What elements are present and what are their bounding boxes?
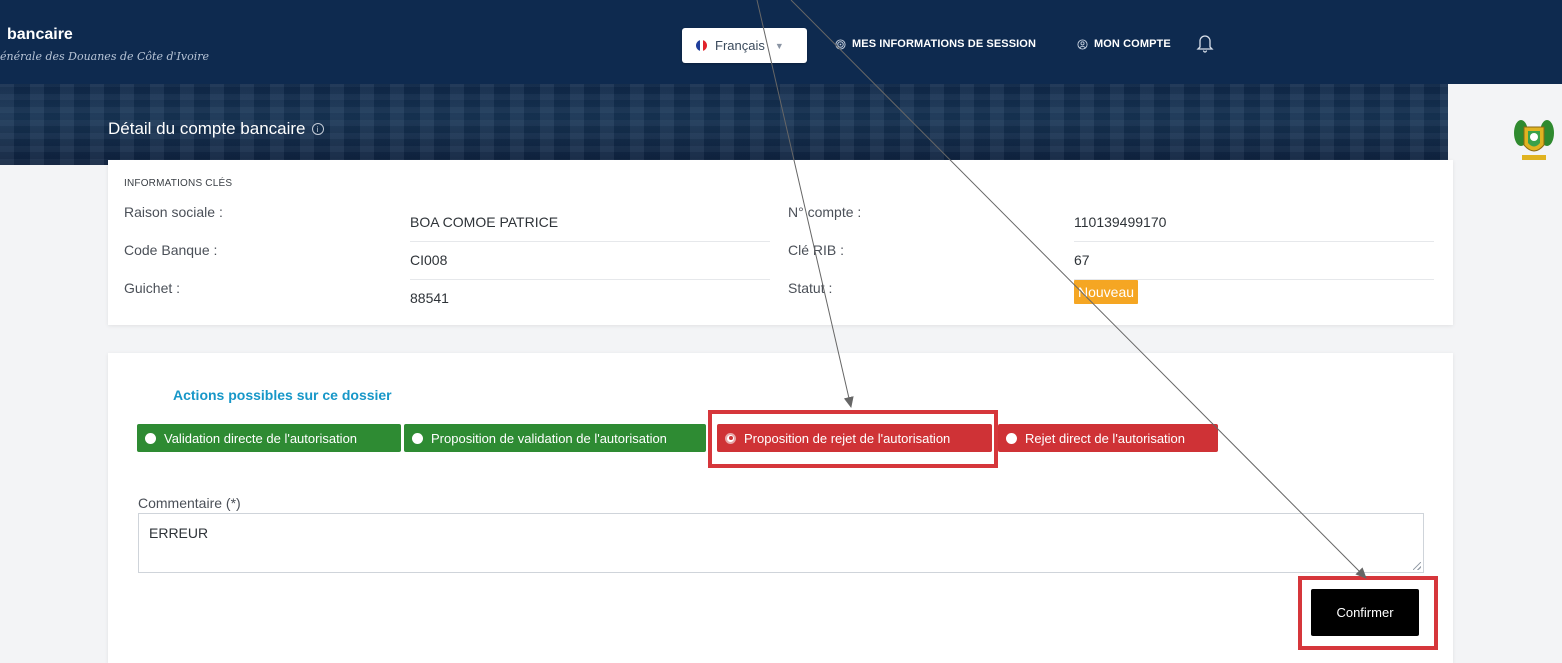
code-banque-label: Code Banque : <box>124 242 218 258</box>
action-proposition-validation[interactable]: Proposition de validation de l'autorisat… <box>404 424 706 452</box>
key-information-card: INFORMATIONS CLÉS Raison sociale : BOA C… <box>108 160 1453 325</box>
france-flag-icon <box>696 40 707 51</box>
radio-icon <box>145 432 156 444</box>
coat-of-arms-icon <box>1514 120 1554 160</box>
info-icon[interactable]: i <box>311 123 324 135</box>
action-label: Validation directe de l'autorisation <box>164 430 358 446</box>
statut-value: Nouveau <box>1074 280 1139 304</box>
language-selected-label: Français <box>715 38 765 53</box>
chevron-down-icon: ▼ <box>774 40 784 51</box>
cle-rib-value: 67 <box>1074 252 1090 268</box>
radio-icon <box>1006 432 1017 444</box>
app-subtitle: énérale des Douanes de Côte d'Ivoire <box>0 50 210 63</box>
actions-heading: Actions possibles sur ce dossier <box>173 387 392 403</box>
user-circle-icon <box>1077 38 1088 50</box>
raison-sociale-label: Raison sociale : <box>124 204 223 220</box>
comment-label: Commentaire (*) <box>138 495 241 511</box>
actions-card: Actions possibles sur ce dossier Validat… <box>108 353 1453 663</box>
session-info-label: MES INFORMATIONS DE SESSION <box>852 38 1037 50</box>
my-account-label: MON COMPTE <box>1094 38 1171 50</box>
info-row-cle-rib: Clé RIB : 67 <box>788 242 1434 280</box>
numero-compte-label: N° compte : <box>788 204 862 220</box>
page-title-text: Détail du compte bancaire <box>108 119 306 138</box>
info-row-statut: Statut : Nouveau <box>788 280 1434 318</box>
action-label: Rejet direct de l'autorisation <box>1025 430 1186 446</box>
info-row-raison-sociale: Raison sociale : BOA COMOE PATRICE <box>124 204 770 242</box>
action-label: Proposition de validation de l'autorisat… <box>431 430 667 446</box>
guichet-value: 88541 <box>410 290 449 306</box>
fingerprint-icon <box>835 38 846 50</box>
cle-rib-label: Clé RIB : <box>788 242 845 258</box>
top-navigation-bar: bancaire énérale des Douanes de Côte d'I… <box>0 0 1562 84</box>
statut-label: Statut : <box>788 280 833 296</box>
highlight-box-confirm <box>1298 576 1438 650</box>
code-banque-value: CI008 <box>410 252 448 268</box>
numero-compte-value: 110139499170 <box>1074 214 1167 230</box>
info-row-code-banque: Code Banque : CI008 <box>124 242 770 280</box>
info-row-guichet: Guichet : 88541 <box>124 280 770 318</box>
raison-sociale-value: BOA COMOE PATRICE <box>410 214 559 230</box>
action-validation-directe[interactable]: Validation directe de l'autorisation <box>137 424 401 452</box>
app-title: bancaire <box>7 26 73 43</box>
highlight-box-rejet-proposal <box>708 410 998 468</box>
resize-handle-icon[interactable] <box>1413 562 1421 570</box>
info-row-numero-compte: N° compte : 110139499170 <box>788 204 1434 242</box>
comment-value: ERREUR <box>149 525 209 541</box>
guichet-label: Guichet : <box>124 280 181 296</box>
language-select[interactable]: Français ▼ <box>682 28 807 63</box>
my-account-link[interactable]: MON COMPTE <box>1077 38 1171 50</box>
radio-icon <box>412 432 423 444</box>
action-rejet-direct[interactable]: Rejet direct de l'autorisation <box>998 424 1218 452</box>
status-badge: Nouveau <box>1074 280 1139 304</box>
session-info-link[interactable]: MES INFORMATIONS DE SESSION <box>835 38 1036 50</box>
page-title: Détail du compte bancaire i <box>108 119 324 139</box>
key-information-heading: INFORMATIONS CLÉS <box>124 178 233 189</box>
comment-textarea[interactable]: ERREUR <box>138 513 1424 573</box>
bell-icon[interactable] <box>1196 33 1214 53</box>
